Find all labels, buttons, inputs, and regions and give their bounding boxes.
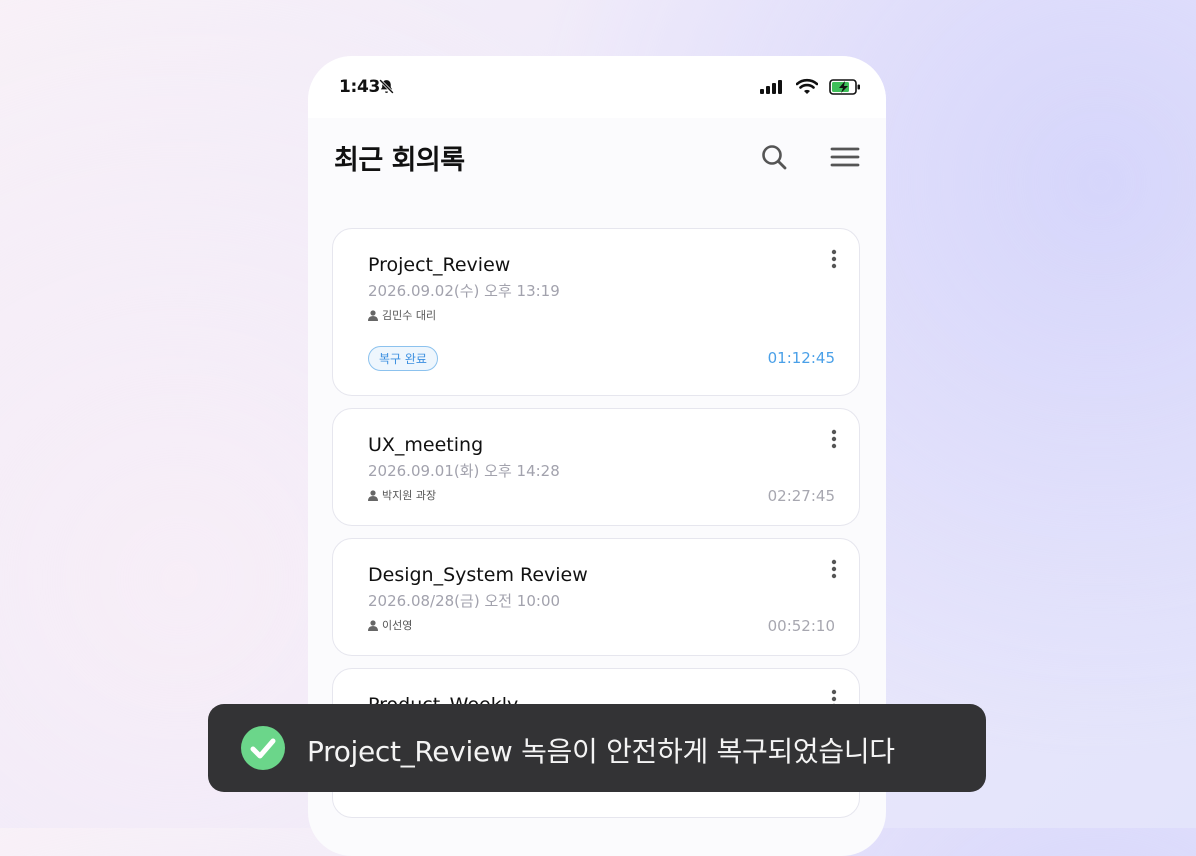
status-bar: 1:43: [308, 56, 886, 118]
more-vertical-icon[interactable]: [827, 559, 841, 581]
hamburger-menu-icon[interactable]: [830, 144, 860, 170]
more-vertical-icon[interactable]: [827, 249, 841, 271]
page-title: 최근 회의록: [334, 145, 465, 176]
meeting-title: Design_System Review: [368, 564, 588, 586]
person-icon: [368, 489, 378, 501]
meeting-owner: 김민수 대리: [368, 307, 436, 323]
signal-icon: [760, 80, 782, 94]
meeting-date: 2026.09.02(수) 오후 13:19: [368, 282, 560, 300]
owner-name: 이선영: [382, 619, 413, 632]
meeting-title: UX_meeting: [368, 434, 484, 456]
owner-name: 김민수 대리: [382, 309, 437, 322]
person-icon: [368, 619, 378, 631]
meeting-owner: 박지원 과장: [368, 487, 436, 503]
meeting-owner: 이선영: [368, 617, 412, 633]
meeting-duration: 00:52:10: [767, 617, 835, 635]
meeting-title: Project_Review: [368, 254, 511, 276]
wifi-icon: [796, 78, 818, 94]
owner-name: 박지원 과장: [382, 489, 437, 502]
search-icon[interactable]: [760, 143, 788, 171]
more-vertical-icon[interactable]: [827, 429, 841, 451]
battery-charging-icon: [829, 79, 860, 95]
meeting-date: 2026.09.01(화) 오후 14:28: [368, 462, 560, 480]
meeting-card[interactable]: UX_meeting 2026.09.01(화) 오후 14:28 박지원 과장…: [332, 408, 860, 526]
status-badge: 복구 완료: [368, 346, 438, 371]
meeting-duration: 02:27:45: [767, 487, 835, 505]
toast-notification: Project_Review 녹음이 안전하게 복구되었습니다: [208, 704, 986, 792]
check-circle-icon: [241, 726, 285, 770]
meeting-card[interactable]: Project_Review 2026.09.02(수) 오후 13:19 김민…: [332, 228, 860, 396]
meeting-card[interactable]: Design_System Review 2026.08/28(금) 오전 10…: [332, 538, 860, 656]
person-icon: [368, 309, 378, 321]
status-time: 1:43: [339, 77, 381, 97]
toast-message: Project_Review 녹음이 안전하게 복구되었습니다: [307, 735, 895, 768]
bell-muted-icon: [379, 79, 394, 94]
meeting-duration: 01:12:45: [767, 349, 835, 367]
meeting-date: 2026.08/28(금) 오전 10:00: [368, 592, 561, 610]
